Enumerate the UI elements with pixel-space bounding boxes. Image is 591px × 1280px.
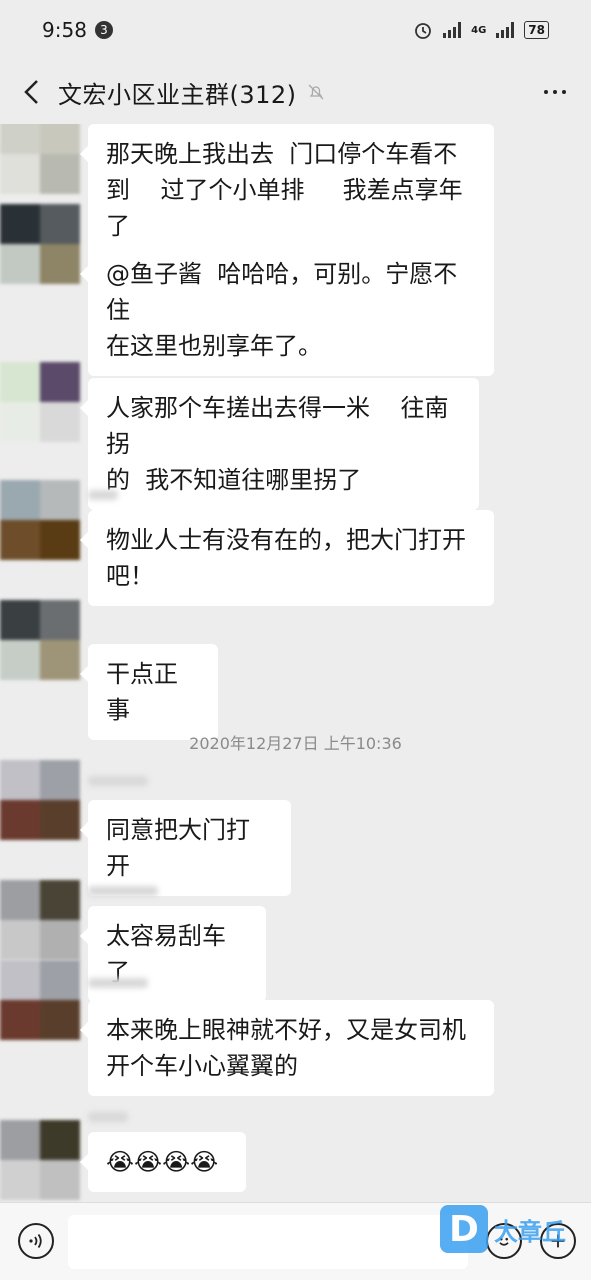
message-bubble[interactable]: 干点正事 — [80, 644, 218, 740]
avatar[interactable] — [0, 480, 80, 560]
watermark-logo: D — [440, 1205, 488, 1253]
avatar[interactable] — [0, 880, 80, 960]
alarm-icon — [415, 23, 432, 39]
signal-icon — [443, 22, 462, 38]
status-bar: 9:58 3 4G 78 — [0, 0, 591, 60]
avatar[interactable] — [0, 124, 80, 194]
chat-header: 文宏小区业主群(312) — [0, 60, 591, 124]
chevron-left-icon — [24, 80, 38, 104]
message-bubble[interactable]: 人家那个车搓出去得一米 往南拐 的 我不知道往哪里拐了 — [80, 378, 479, 510]
mute-bell-icon — [308, 84, 324, 100]
chat-title: 文宏小区业主群(312) — [58, 80, 297, 109]
message-bubble[interactable]: 😭😭😭😭 — [80, 1132, 246, 1192]
avatar[interactable] — [0, 362, 80, 442]
watermark: D 大章丘 — [440, 1205, 566, 1253]
battery-indicator: 78 — [524, 21, 549, 39]
voice-icon — [29, 1233, 42, 1249]
notification-count-badge: 3 — [94, 21, 113, 39]
avatar[interactable] — [0, 760, 80, 840]
message-bubble[interactable]: 那天晚上我出去 门口停个车看不 到 过了个小单排 我差点享年了 — [80, 124, 494, 256]
avatar[interactable] — [0, 204, 80, 284]
signal-icon-2 — [496, 22, 515, 38]
message-bubble[interactable]: 本来晚上眼神就不好，又是女司机 开个车小心翼翼的 — [80, 1000, 494, 1096]
watermark-text: 大章丘 — [494, 1217, 566, 1246]
message-bubble[interactable]: @鱼子酱 哈哈哈，可别。宁愿不住 在这里也别享年了。 — [80, 244, 494, 376]
more-options-button[interactable] — [537, 78, 573, 106]
blurred-nickname — [88, 776, 148, 786]
avatar[interactable] — [0, 600, 80, 680]
avatar[interactable] — [0, 960, 80, 1040]
network-label: 4G — [471, 24, 487, 36]
chat-message-list[interactable]: 那天晚上我出去 门口停个车看不 到 过了个小单排 我差点享年了 @鱼子酱 哈哈哈… — [0, 124, 591, 1202]
message-bubble[interactable]: 物业人士有没有在的，把大门打开 吧！ — [80, 510, 494, 606]
blurred-nickname — [88, 1112, 128, 1122]
chat-timestamp: 2020年12月27日 上午10:36 — [189, 734, 402, 753]
status-time: 9:58 — [42, 18, 87, 42]
message-bubble[interactable]: 同意把大门打开 — [80, 800, 291, 896]
blurred-nickname — [88, 978, 148, 988]
message-text-input[interactable] — [68, 1215, 468, 1269]
blurred-nickname — [88, 886, 158, 896]
avatar[interactable] — [0, 1120, 80, 1200]
voice-input-button[interactable] — [18, 1223, 54, 1259]
back-button[interactable] — [18, 78, 46, 106]
blurred-nickname — [88, 490, 118, 500]
